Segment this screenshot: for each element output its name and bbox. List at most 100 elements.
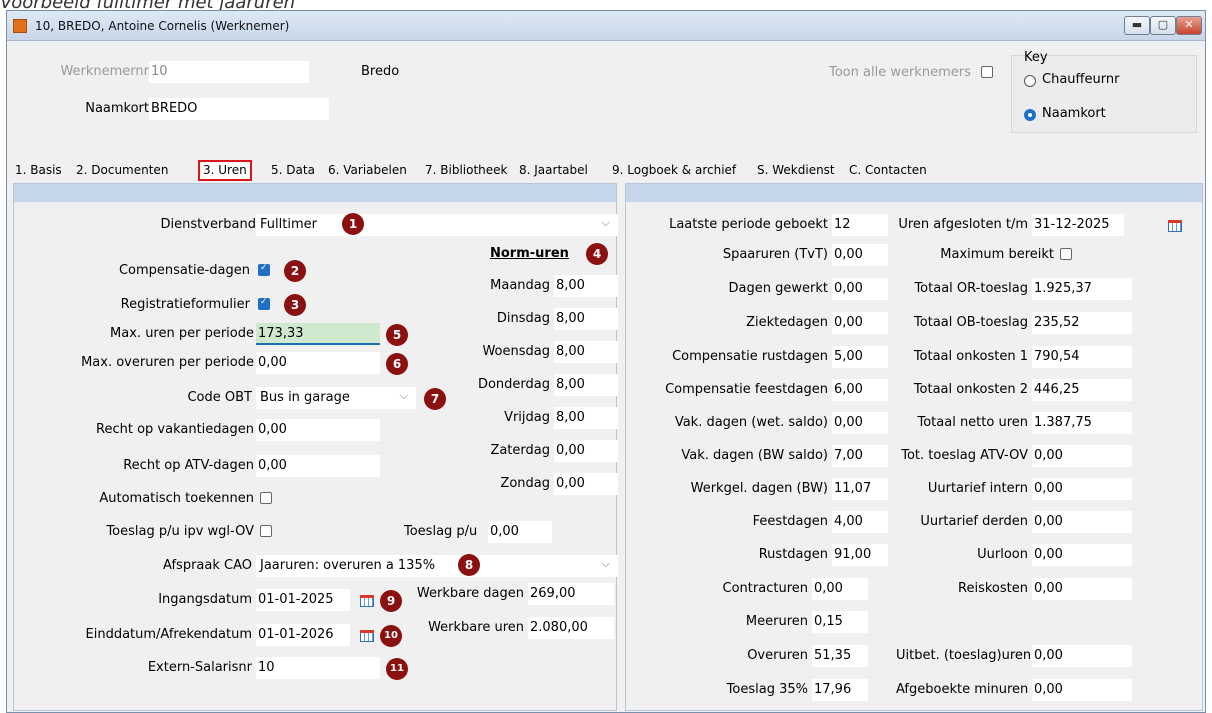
compensatie-rustdagen-field[interactable]: 5,00 [832, 346, 888, 368]
compensatie-checkbox[interactable] [258, 263, 270, 276]
maximum-bereikt-checkbox[interactable] [1060, 248, 1072, 260]
einddatum-field[interactable]: 01-01-2026 [256, 624, 350, 646]
toeslag-pu-field[interactable]: 0,00 [488, 521, 552, 543]
norm-uren-title: Norm-uren [490, 246, 569, 261]
close-button[interactable]: ✕ [1176, 16, 1202, 35]
day-label-zondag: Zondag [500, 476, 550, 491]
tab-variabelen[interactable]: 6. Variabelen [328, 160, 407, 181]
tab-bibliotheek[interactable]: 7. Bibliotheek [425, 160, 507, 181]
compensatie-feestdagen-field[interactable]: 6,00 [832, 379, 888, 401]
toeslag-35-field[interactable]: 17,96 [812, 679, 868, 701]
tab-data[interactable]: 5. Data [271, 160, 315, 181]
minimize-button[interactable]: ▬ [1124, 16, 1150, 35]
tab-basis[interactable]: 1. Basis [15, 160, 62, 181]
overuren-field[interactable]: 51,35 [812, 645, 868, 667]
calendar-icon[interactable] [1168, 220, 1182, 232]
totaal-ob-toeslag-field[interactable]: 235,52 [1032, 312, 1132, 334]
naamkort-field[interactable]: BREDO [149, 98, 329, 120]
chauffeurnr-radio[interactable] [1024, 75, 1036, 87]
werkgel-dagen-label: Werkgel. dagen (BW) [690, 481, 828, 496]
tot-toeslag-atv-field[interactable]: 0,00 [1032, 445, 1132, 467]
max-uren-field[interactable]: 173,33 [256, 323, 380, 345]
maximum-bereikt-label: Maximum bereikt [940, 247, 1054, 262]
auto-toekennen-checkbox[interactable] [260, 492, 272, 504]
callout-badge-4: 4 [586, 243, 608, 265]
werknemernr-field[interactable]: 10 [149, 61, 309, 83]
vak-dagen-bw-label: Vak. dagen (BW saldo) [681, 448, 828, 463]
reiskosten-field[interactable]: 0,00 [1032, 578, 1132, 600]
rustdagen-label: Rustdagen [758, 547, 828, 562]
naamkort-radio[interactable] [1024, 109, 1036, 121]
max-uren-label: Max. uren per periode [110, 326, 254, 341]
dagen-gewerkt-field[interactable]: 0,00 [832, 278, 888, 300]
maximize-button[interactable]: ▢ [1150, 16, 1176, 35]
uurtarief-derden-field[interactable]: 0,00 [1032, 511, 1132, 533]
ziektedagen-field[interactable]: 0,00 [832, 312, 888, 334]
max-overuren-field[interactable]: 0,00 [256, 352, 380, 374]
callout-badge-8: 8 [458, 554, 480, 576]
day-field-woensdag[interactable]: 8,00 [554, 341, 618, 363]
callout-badge-2: 2 [284, 260, 306, 282]
toeslag-pu-label: Toeslag p/u [404, 524, 478, 539]
afspraak-cao-select[interactable]: Jaaruren: overuren a 135% ⌵ [256, 555, 618, 577]
registratie-checkbox[interactable] [258, 297, 270, 310]
contracturen-field[interactable]: 0,00 [812, 578, 868, 600]
day-field-vrijdag[interactable]: 8,00 [554, 407, 618, 429]
tab-documenten[interactable]: 2. Documenten [76, 160, 168, 181]
day-field-zaterdag[interactable]: 0,00 [554, 440, 618, 462]
toeslag-pu-wgl-checkbox[interactable] [260, 525, 272, 537]
recht-atv-field[interactable]: 0,00 [256, 455, 380, 477]
recht-vakantie-field[interactable]: 0,00 [256, 419, 380, 441]
werkbare-uren-field[interactable]: 2.080,00 [528, 617, 614, 639]
calendar-icon[interactable] [360, 630, 374, 642]
day-field-donderdag[interactable]: 8,00 [554, 374, 618, 396]
recht-atv-label: Recht op ATV-dagen [123, 458, 254, 473]
feestdagen-field[interactable]: 4,00 [832, 511, 888, 533]
extern-salarisnr-field[interactable]: 10 [256, 657, 380, 679]
uurloon-field[interactable]: 0,00 [1032, 544, 1132, 566]
afgeboekte-label: Afgeboekte minuren [896, 682, 1029, 697]
totaal-onkosten-2-field[interactable]: 446,25 [1032, 379, 1132, 401]
tab-wekdienst[interactable]: S. Wekdienst [757, 160, 835, 181]
feestdagen-label: Feestdagen [752, 514, 828, 529]
extern-salarisnr-label: Extern-Salarisnr [147, 660, 252, 675]
laatste-periode-field[interactable]: 12 [832, 214, 888, 236]
dienstverband-value: Fulltimer [260, 217, 317, 232]
day-field-zondag[interactable]: 0,00 [554, 473, 618, 495]
recht-vakantie-label: Recht op vakantiedagen [96, 422, 254, 437]
day-label-zaterdag: Zaterdag [490, 443, 550, 458]
afgeboekte-field[interactable]: 0,00 [1032, 679, 1132, 701]
tab-jaartabel[interactable]: 8. Jaartabel [519, 160, 588, 181]
rustdagen-field[interactable]: 91,00 [832, 544, 888, 566]
totaal-onkosten-1-field[interactable]: 790,54 [1032, 346, 1132, 368]
spaaruren-field[interactable]: 0,00 [832, 244, 888, 266]
ingangsdatum-field[interactable]: 01-01-2025 [256, 589, 350, 611]
dienstverband-select[interactable]: Fulltimer ⌵ [256, 214, 618, 236]
tab-logboek[interactable]: 9. Logboek & archief [612, 160, 736, 181]
toon-alle-label: Toon alle werknemers [829, 65, 971, 80]
code-obt-value: Bus in garage [260, 390, 350, 405]
chauffeurnr-label: Chauffeurnr [1042, 72, 1120, 87]
werkbare-dagen-field[interactable]: 269,00 [528, 583, 614, 605]
totaal-netto-uren-field[interactable]: 1.387,75 [1032, 412, 1132, 434]
calendar-icon[interactable] [360, 595, 374, 607]
uurloon-label: Uurloon [977, 547, 1028, 562]
uren-afgesloten-field[interactable]: 31-12-2025 [1032, 214, 1124, 236]
toon-alle-checkbox[interactable] [981, 66, 993, 78]
dienstverband-label: Dienstverband [160, 217, 256, 232]
tab-uren[interactable]: 3. Uren [198, 160, 252, 181]
day-field-maandag[interactable]: 8,00 [554, 275, 618, 297]
dagen-gewerkt-label: Dagen gewerkt [728, 281, 828, 296]
uurtarief-intern-field[interactable]: 0,00 [1032, 478, 1132, 500]
day-field-dinsdag[interactable]: 8,00 [554, 308, 618, 330]
right-panel: Laatste periode geboekt 12 Spaaruren (Tv… [625, 183, 1203, 711]
meeruren-field[interactable]: 0,15 [812, 611, 868, 633]
uitbet-field[interactable]: 0,00 [1032, 645, 1132, 667]
vak-dagen-bw-field[interactable]: 7,00 [832, 445, 888, 467]
totaal-or-toeslag-field[interactable]: 1.925,37 [1032, 278, 1132, 300]
callout-badge-5: 5 [386, 324, 408, 346]
tab-contacten[interactable]: C. Contacten [849, 160, 927, 181]
code-obt-select[interactable]: Bus in garage ⌵ [256, 387, 416, 409]
vak-dagen-wet-field[interactable]: 0,00 [832, 412, 888, 434]
werkgel-dagen-field[interactable]: 11,07 [832, 478, 888, 500]
